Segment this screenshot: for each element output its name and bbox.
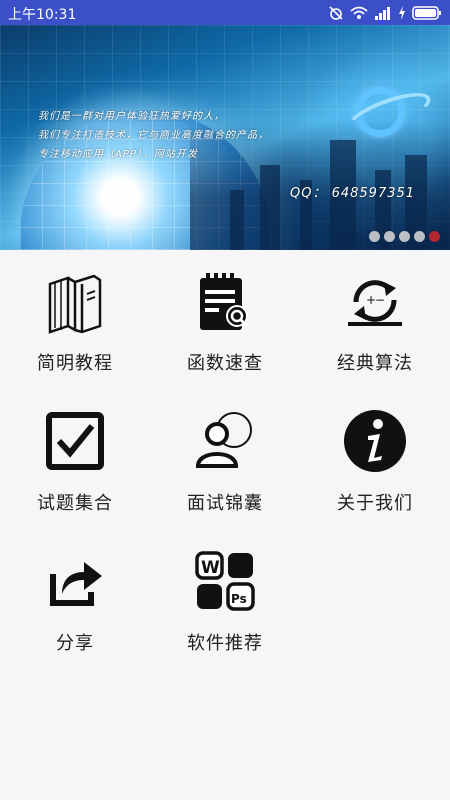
refresh-arithmetic-icon: + − (348, 280, 402, 326)
charging-icon (399, 6, 405, 20)
menu-item-function[interactable]: 函数速查 (150, 250, 300, 385)
books-icon (48, 274, 102, 334)
menu-item-tutorial[interactable]: 简明教程 (0, 250, 150, 385)
svg-text:Ps: Ps (231, 592, 247, 606)
menu-item-interview[interactable]: 面试锦囊 (150, 390, 300, 525)
alarm-off-icon (329, 6, 343, 20)
banner-line-1: 我们是一群对用户体验狂热爱好的人， (38, 111, 225, 122)
checkbox-icon (46, 412, 104, 470)
share-icon (50, 562, 102, 606)
carousel-dot[interactable] (399, 231, 410, 242)
menu-item-software[interactable]: W Ps 软件推荐 (150, 530, 300, 665)
menu-item-label: 关于我们 (337, 493, 413, 514)
menu-item-label: 函数速查 (187, 353, 263, 374)
status-time: 上午10:31 (8, 7, 77, 23)
banner-line-2: 我们专注打造技术，它与商业高度融合的产品， (38, 130, 269, 141)
carousel-dot-active[interactable] (429, 231, 440, 242)
banner-line-3: 专注移动应用（APP），网站开发 (38, 149, 198, 160)
banner-slogan: 我们是一群对用户体验狂热爱好的人， 我们专注打造技术，它与商业高度融合的产品， … (38, 107, 368, 164)
banner-carousel[interactable]: 我们是一群对用户体验狂热爱好的人， 我们专注打造技术，它与商业高度融合的产品， … (0, 25, 450, 250)
svg-text:−: − (375, 293, 385, 307)
status-icons (328, 3, 442, 23)
carousel-dot[interactable] (414, 231, 425, 242)
carousel-dot[interactable] (369, 231, 380, 242)
menu-item-label: 试题集合 (37, 493, 113, 514)
carousel-indicator (369, 231, 440, 242)
menu-item-label: 面试锦囊 (187, 493, 263, 514)
calendar-search-icon (200, 273, 249, 330)
menu-item-questions[interactable]: 试题集合 (0, 390, 150, 525)
svg-text:W: W (201, 558, 220, 578)
banner-qq: QQ： 648597351 (290, 186, 416, 201)
menu-item-share[interactable]: 分享 (0, 530, 150, 665)
carousel-dot[interactable] (384, 231, 395, 242)
battery-icon (412, 6, 441, 20)
menu-item-label: 简明教程 (37, 353, 113, 374)
info-icon (344, 410, 406, 472)
wifi-icon (350, 6, 368, 19)
signal-icon (375, 7, 390, 20)
menu-item-algorithm[interactable]: + − 经典算法 (300, 250, 450, 385)
user-chat-icon (195, 412, 252, 468)
status-bar: 上午10:31 (0, 0, 450, 25)
menu-item-label: 软件推荐 (187, 633, 263, 654)
menu-item-about[interactable]: 关于我们 (300, 390, 450, 525)
menu-item-label: 分享 (56, 633, 94, 654)
menu-item-label: 经典算法 (337, 353, 413, 374)
apps-icon: W Ps (195, 551, 255, 611)
